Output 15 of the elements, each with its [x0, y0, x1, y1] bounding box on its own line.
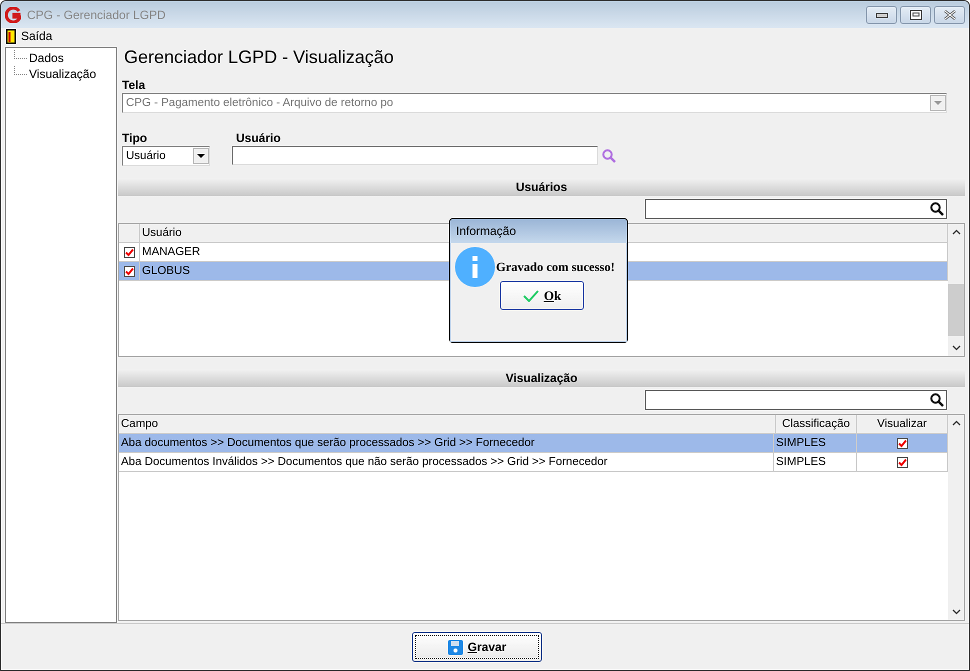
- column-header: Campo: [119, 415, 776, 433]
- dialog-title: Informação: [450, 219, 627, 243]
- table-cell: Aba Documentos Inválidos >> Documentos que não serão processados >> Grid >> Fornecedor: [119, 453, 774, 471]
- section-header: Usuários: [118, 178, 965, 196]
- dialog-message: Gravado com sucesso!: [496, 260, 615, 274]
- window-title: CPG - Gerenciador LGPD: [27, 8, 167, 22]
- table-cell: SIMPLES: [774, 434, 857, 452]
- field-label: Tela: [122, 78, 146, 93]
- table-cell: SIMPLES: [774, 453, 857, 471]
- field-label: Tipo: [122, 131, 148, 146]
- column-header: Classificação: [776, 415, 857, 433]
- section-header: Visualização: [118, 369, 965, 387]
- table-cell: Aba documentos >> Documentos que serão processados >> Grid >> Fornecedor: [119, 434, 774, 452]
- page-title: Gerenciador LGPD - Visualização: [124, 47, 395, 68]
- field-label: Usuário: [236, 131, 282, 146]
